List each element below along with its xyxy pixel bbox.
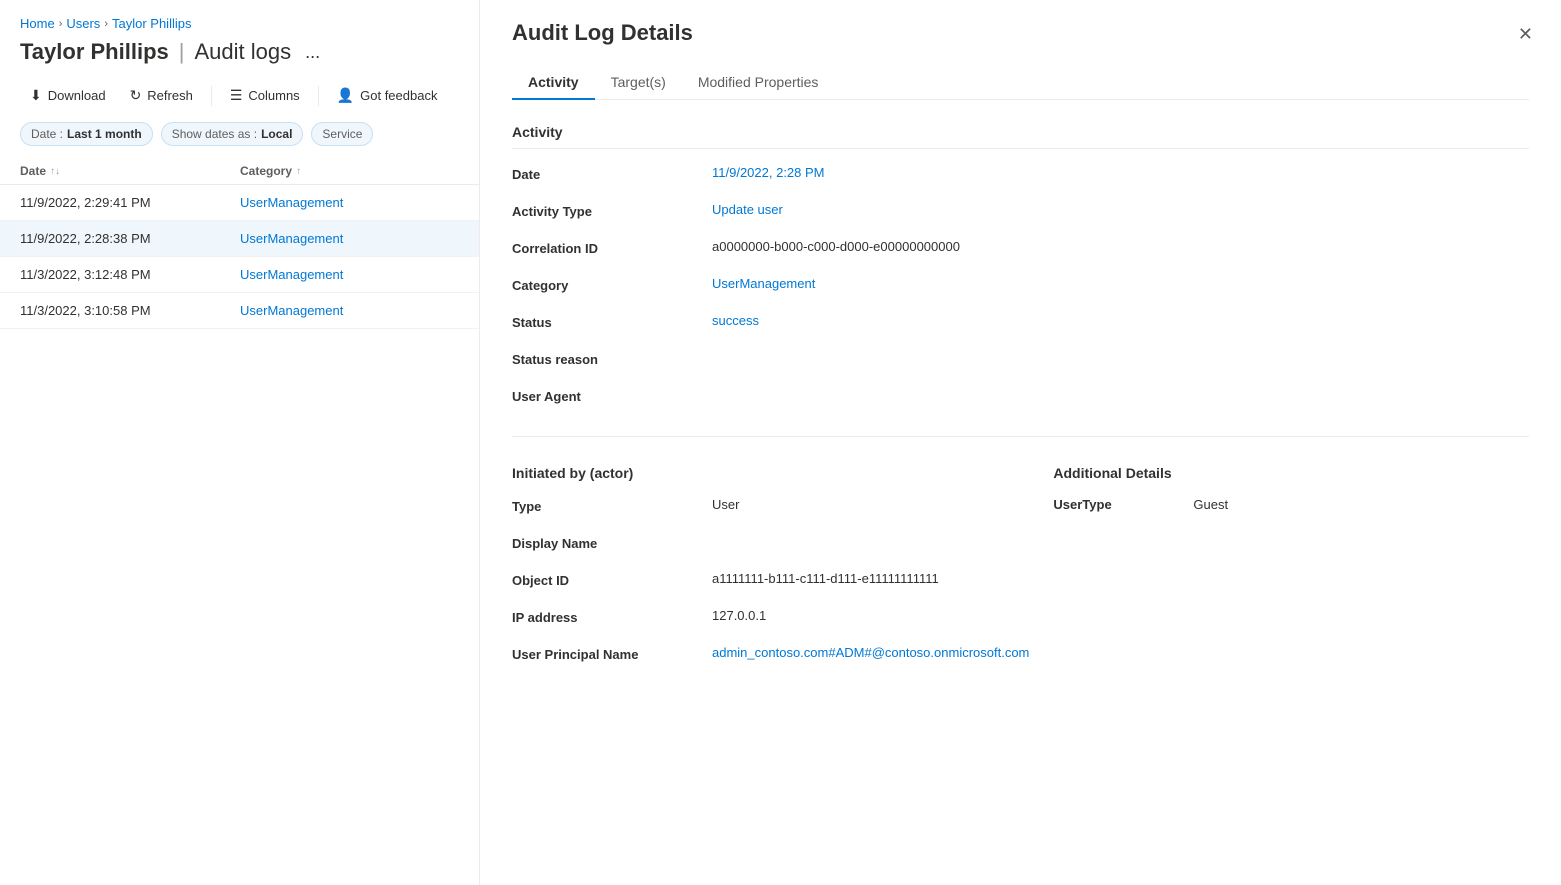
table-row[interactable]: 11/9/2022, 2:28:38 PM UserManagement <box>0 221 479 257</box>
breadcrumb-sep-2: › <box>104 18 108 30</box>
filter-dates-label: Show dates as : <box>172 127 257 141</box>
field-label: Status reason <box>512 350 712 367</box>
toolbar-divider-1 <box>211 86 212 106</box>
actor-field-value <box>712 534 1029 551</box>
field-value: a0000000-b000-c000-d000-e00000000000 <box>712 239 1529 256</box>
refresh-label: Refresh <box>147 88 193 103</box>
field-value[interactable]: 11/9/2022, 2:28 PM <box>712 165 1529 182</box>
field-label: User Agent <box>512 387 712 404</box>
actor-field-label: IP address <box>512 608 712 625</box>
initiated-by-section: Initiated by (actor) TypeUser Display Nam… <box>512 465 1029 686</box>
actor-field-label: Object ID <box>512 571 712 588</box>
page-subtitle: Audit logs <box>194 39 291 65</box>
feedback-icon: 👤 <box>337 87 354 104</box>
row-date: 11/3/2022, 3:12:48 PM <box>20 267 240 282</box>
filter-service-label: Service <box>322 127 362 141</box>
left-panel: Home › Users › Taylor Phillips Taylor Ph… <box>0 0 480 885</box>
initiated-by-title: Initiated by (actor) <box>512 465 1029 481</box>
table-header: Date ↑↓ Category ↑ <box>0 158 479 185</box>
feedback-label: Got feedback <box>360 88 437 103</box>
download-label: Download <box>48 88 106 103</box>
tabs: ActivityTarget(s)Modified Properties <box>512 66 1529 100</box>
field-label: Activity Type <box>512 202 712 219</box>
field-label: Category <box>512 276 712 293</box>
page-title-row: Taylor Phillips | Audit logs ... <box>0 39 479 65</box>
add-detail-value: Guest <box>1193 497 1529 512</box>
row-category: UserManagement <box>240 231 459 246</box>
breadcrumb-users[interactable]: Users <box>66 16 100 31</box>
filter-show-dates[interactable]: Show dates as : Local <box>161 122 304 146</box>
panel-title: Audit Log Details <box>512 20 1529 46</box>
refresh-button[interactable]: ↻ Refresh <box>120 81 203 110</box>
additional-details-section: Additional Details UserTypeGuest <box>1053 465 1529 686</box>
col-header-category[interactable]: Category ↑ <box>240 164 459 178</box>
refresh-icon: ↻ <box>130 87 142 104</box>
actor-grid: TypeUser Display Name Object IDa1111111-b1… <box>512 497 1029 662</box>
filter-row: Date : Last 1 month Show dates as : Loca… <box>0 122 479 146</box>
actor-field-label: User Principal Name <box>512 645 712 662</box>
breadcrumb: Home › Users › Taylor Phillips <box>0 16 479 31</box>
field-value <box>712 350 1529 367</box>
toolbar: ⬇ Download ↻ Refresh ☰ Columns 👤 Got fee… <box>0 81 479 110</box>
filter-date-value: Last 1 month <box>67 127 142 141</box>
download-icon: ⬇ <box>30 87 42 104</box>
filter-dates-value: Local <box>261 127 292 141</box>
field-value <box>712 387 1529 404</box>
additional-details-title: Additional Details <box>1053 465 1529 481</box>
field-value[interactable]: UserManagement <box>712 276 1529 293</box>
actor-field-label: Display Name <box>512 534 712 551</box>
breadcrumb-sep-1: › <box>59 18 63 30</box>
activity-section-heading: Activity <box>512 124 1529 149</box>
title-separator: | <box>179 39 185 65</box>
table-row[interactable]: 11/3/2022, 3:10:58 PM UserManagement <box>0 293 479 329</box>
field-label: Correlation ID <box>512 239 712 256</box>
tab-modified-properties[interactable]: Modified Properties <box>682 66 835 100</box>
col-date-label: Date <box>20 164 46 178</box>
add-detail-label: UserType <box>1053 497 1193 512</box>
sort-icon-date: ↑↓ <box>50 166 60 177</box>
more-options-button[interactable]: ... <box>305 42 320 63</box>
col-category-label: Category <box>240 164 292 178</box>
download-button[interactable]: ⬇ Download <box>20 81 116 110</box>
actor-field-value: 127.0.0.1 <box>712 608 1029 625</box>
two-col-section: Initiated by (actor) TypeUser Display Nam… <box>512 465 1529 686</box>
section-divider <box>512 436 1529 437</box>
toolbar-divider-2 <box>318 86 319 106</box>
columns-label: Columns <box>248 88 299 103</box>
tab-target-s-[interactable]: Target(s) <box>595 66 682 100</box>
right-panel: Audit Log Details ✕ ActivityTarget(s)Mod… <box>480 0 1561 885</box>
activity-detail-grid: Date11/9/2022, 2:28 PM Activity TypeUpdat… <box>512 165 1529 404</box>
row-date: 11/9/2022, 2:29:41 PM <box>20 195 240 210</box>
field-label: Status <box>512 313 712 330</box>
filter-date-label: Date : <box>31 127 63 141</box>
table-row[interactable]: 11/3/2022, 3:12:48 PM UserManagement <box>0 257 479 293</box>
row-category: UserManagement <box>240 303 459 318</box>
page-title-name: Taylor Phillips <box>20 39 169 65</box>
field-value[interactable]: success <box>712 313 1529 330</box>
field-value[interactable]: Update user <box>712 202 1529 219</box>
actor-field-value[interactable]: admin_contoso.com#ADM#@contoso.onmicroso… <box>712 645 1029 662</box>
columns-icon: ☰ <box>230 87 243 104</box>
filter-service[interactable]: Service <box>311 122 373 146</box>
actor-field-label: Type <box>512 497 712 514</box>
sort-icon-category: ↑ <box>296 166 301 177</box>
feedback-button[interactable]: 👤 Got feedback <box>327 81 448 110</box>
actor-field-value: a1111111-b111-c111-d111-e11111111111 <box>712 571 1029 588</box>
table-row[interactable]: 11/9/2022, 2:29:41 PM UserManagement <box>0 185 479 221</box>
additional-details-grid: UserTypeGuest <box>1053 497 1529 512</box>
filter-date[interactable]: Date : Last 1 month <box>20 122 153 146</box>
close-button[interactable]: ✕ <box>1514 20 1537 49</box>
field-label: Date <box>512 165 712 182</box>
row-date: 11/3/2022, 3:10:58 PM <box>20 303 240 318</box>
row-category: UserManagement <box>240 195 459 210</box>
actor-field-value: User <box>712 497 1029 514</box>
breadcrumb-home[interactable]: Home <box>20 16 55 31</box>
columns-button[interactable]: ☰ Columns <box>220 81 310 110</box>
row-category: UserManagement <box>240 267 459 282</box>
col-header-date[interactable]: Date ↑↓ <box>20 164 240 178</box>
row-date: 11/9/2022, 2:28:38 PM <box>20 231 240 246</box>
table-body: 11/9/2022, 2:29:41 PM UserManagement 11/… <box>0 185 479 885</box>
tab-activity[interactable]: Activity <box>512 66 595 100</box>
breadcrumb-user[interactable]: Taylor Phillips <box>112 16 191 31</box>
